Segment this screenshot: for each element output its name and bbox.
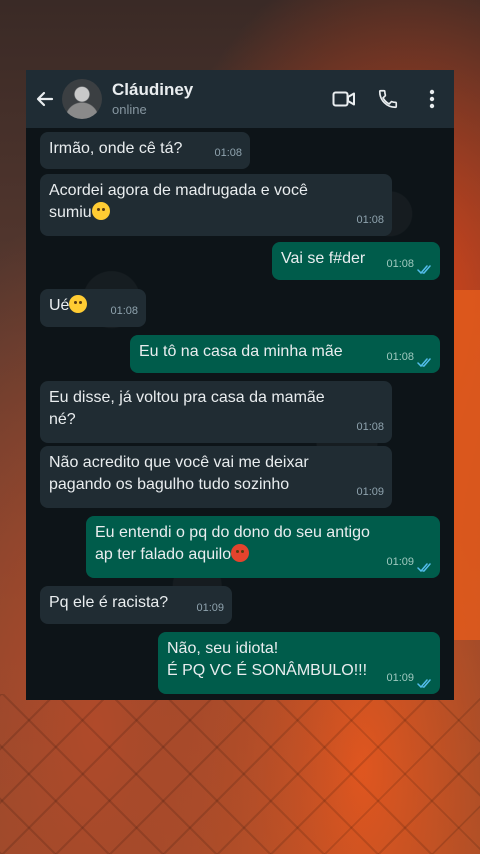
message-text: Eu disse, já voltou pra casa da mamãe né… xyxy=(49,389,325,428)
chat-screen: Cláudiney online Irmão, onde cê tá? 01:0… xyxy=(26,70,454,700)
message-outgoing[interactable]: Eu entendi o pq do dono do seu antigo ap… xyxy=(86,516,440,578)
message-time: 01:08 xyxy=(386,258,414,270)
message-time: 01:08 xyxy=(214,147,242,159)
message-time: 01:09 xyxy=(356,486,384,498)
chat-header: Cláudiney online xyxy=(26,70,454,128)
message-incoming[interactable]: Ué 01:08 xyxy=(40,289,146,327)
avatar[interactable] xyxy=(62,79,102,119)
message-time: 01:09 xyxy=(386,556,414,568)
flushed-face-emoji xyxy=(69,295,88,313)
message-incoming[interactable]: Irmão, onde cê tá? 01:08 xyxy=(40,132,250,169)
more-vertical-icon[interactable] xyxy=(420,87,444,111)
angry-face-emoji xyxy=(231,544,250,562)
arrow-left-icon[interactable] xyxy=(30,84,60,114)
message-time: 01:08 xyxy=(356,421,384,433)
message-time: 01:08 xyxy=(356,214,384,226)
message-time: 01:09 xyxy=(196,602,224,614)
double-check-icon xyxy=(417,358,431,368)
message-incoming[interactable]: Não acredito que você vai me deixar paga… xyxy=(40,446,392,508)
contact-name: Cláudiney xyxy=(112,80,194,99)
message-time: 01:08 xyxy=(386,351,414,363)
message-time: 01:08 xyxy=(110,305,138,317)
message-outgoing[interactable]: Não, seu idiota! É PQ VC É SONÂMBULO!!! … xyxy=(158,632,440,694)
message-incoming[interactable]: Acordei agora de madrugada e você sumiu … xyxy=(40,174,392,236)
raised-eyebrow-emoji xyxy=(91,202,110,220)
message-text: Não acredito que você vai me deixar paga… xyxy=(49,454,309,493)
contact-status: online xyxy=(112,102,147,117)
message-incoming[interactable]: Eu disse, já voltou pra casa da mamãe né… xyxy=(40,381,392,443)
message-text: Não, seu idiota! É PQ VC É SONÂMBULO!!! xyxy=(167,640,368,679)
message-text: Eu tô na casa da minha mãe xyxy=(139,343,343,360)
background-floor xyxy=(0,694,480,854)
message-outgoing[interactable]: Vai se f#der 01:08 xyxy=(272,242,440,280)
double-check-icon xyxy=(417,265,431,275)
message-outgoing[interactable]: Eu tô na casa da minha mãe 01:08 xyxy=(130,335,440,373)
message-text: Ué xyxy=(49,297,70,314)
message-text: Vai se f#der xyxy=(281,250,366,267)
message-text: Pq ele é racista? xyxy=(49,594,169,611)
video-camera-icon[interactable] xyxy=(332,87,356,111)
double-check-icon xyxy=(417,563,431,573)
double-check-icon xyxy=(417,679,431,689)
phone-icon[interactable] xyxy=(376,87,400,111)
message-time: 01:09 xyxy=(386,672,414,684)
contact-info[interactable]: Cláudiney online xyxy=(112,80,332,118)
message-text: Acordei agora de madrugada e você sumiu xyxy=(49,182,308,221)
message-incoming[interactable]: Pq ele é racista? 01:09 xyxy=(40,586,232,624)
message-text: Irmão, onde cê tá? xyxy=(49,140,183,157)
